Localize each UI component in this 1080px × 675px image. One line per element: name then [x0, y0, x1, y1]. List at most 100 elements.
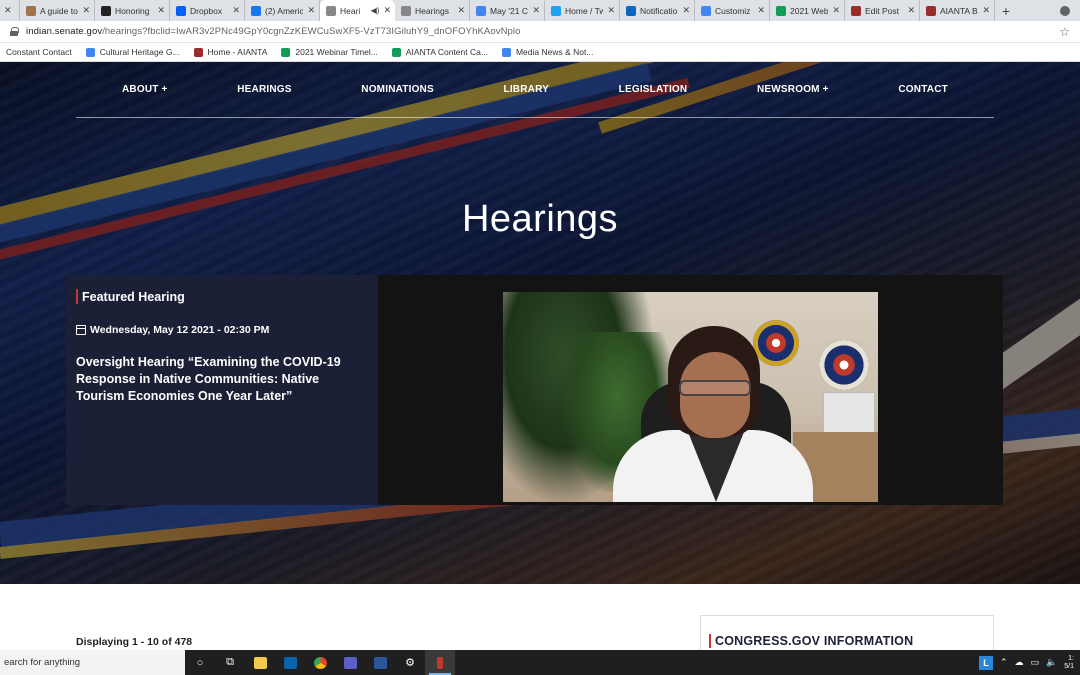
- nav-item-nominations[interactable]: NOMINATIONS: [361, 84, 434, 95]
- browser-tab[interactable]: A guide to ✕: [20, 0, 95, 21]
- browser-tab[interactable]: ✕: [0, 0, 20, 21]
- video-frame[interactable]: [503, 292, 878, 502]
- tab-title: May '21 C: [490, 5, 528, 16]
- tab-audio-icon[interactable]: ◀): [371, 6, 380, 15]
- outlook-icon[interactable]: [275, 650, 305, 675]
- sidebar-title-text: CONGRESS.GOV INFORMATION: [715, 634, 914, 648]
- sidebar-title: CONGRESS.GOV INFORMATION: [709, 634, 913, 648]
- close-tab-icon[interactable]: ✕: [4, 5, 12, 16]
- browser-tab[interactable]: Edit Post ✕: [845, 0, 920, 21]
- tab-favicon-icon: [926, 5, 936, 16]
- tab-title: AIANTA B: [940, 5, 978, 16]
- calendar-icon: [76, 325, 86, 335]
- congress-gov-sidebar: CONGRESS.GOV INFORMATION: [700, 615, 994, 655]
- new-tab-button[interactable]: +: [995, 0, 1017, 21]
- browser-tab[interactable]: Customiz ✕: [695, 0, 770, 21]
- close-tab-icon[interactable]: ✕: [232, 5, 240, 16]
- tab-title: Heari: [340, 5, 361, 16]
- tab-title: 2021 Web: [790, 5, 829, 16]
- browser-tab-bar: ✕ A guide to ✕ Honoring ✕ Dropbox ✕ (2) Americ ✕…: [0, 0, 1080, 21]
- nav-item-about[interactable]: ABOUT +: [122, 84, 168, 95]
- close-tab-icon[interactable]: ✕: [457, 5, 465, 16]
- browser-tab[interactable]: Notificatio ✕: [620, 0, 695, 21]
- address-bar[interactable]: indian.senate.gov/hearings?fbclid=IwAR3v…: [0, 21, 1080, 43]
- close-tab-icon[interactable]: ✕: [607, 5, 615, 16]
- featured-hearing-title[interactable]: Oversight Hearing “Examining the COVID-1…: [76, 354, 366, 405]
- system-clock[interactable]: 1: 5/1: [1064, 655, 1074, 671]
- onedrive-icon[interactable]: ☁: [1015, 657, 1024, 668]
- nav-item-hearings[interactable]: HEARINGS: [237, 84, 291, 95]
- bookmark-label: Home - AIANTA: [207, 47, 268, 57]
- bookmark-favicon-icon: [391, 47, 401, 57]
- bookmark-item[interactable]: Constant Contact: [6, 47, 72, 57]
- tab-favicon-icon: [26, 5, 36, 16]
- chevron-up-icon[interactable]: ⌃: [1000, 657, 1008, 668]
- featured-hearing-card[interactable]: Featured Hearing Wednesday, May 12 2021 …: [66, 275, 1003, 505]
- featured-hearing-info: Featured Hearing Wednesday, May 12 2021 …: [66, 275, 378, 505]
- clock-time: 1:: [1068, 654, 1074, 662]
- hearings-listing-section: Displaying 1 - 10 of 478 CONGRESS.GOV IN…: [0, 584, 1080, 655]
- bookmark-item[interactable]: Home - AIANTA: [193, 47, 268, 57]
- taskbar-search-input[interactable]: earch for anything: [0, 650, 185, 675]
- tab-favicon-icon: [326, 5, 336, 16]
- task-view-icon[interactable]: ⧉: [215, 650, 245, 675]
- bookmark-item[interactable]: AIANTA Content Ca...: [391, 47, 488, 57]
- tab-title: Hearings: [415, 5, 450, 16]
- page-title: Hearings: [461, 198, 619, 240]
- teams-icon[interactable]: [335, 650, 365, 675]
- browser-tab[interactable]: May '21 C ✕: [470, 0, 545, 21]
- browser-tab[interactable]: Home / Tw ✕: [545, 0, 620, 21]
- nav-item-library[interactable]: LIBRARY: [504, 84, 549, 95]
- clock-date: 5/1: [1064, 662, 1074, 670]
- browser-tab[interactable]: 2021 Web ✕: [770, 0, 845, 21]
- bookmark-item[interactable]: 2021 Webinar Timel...: [281, 47, 378, 57]
- windows-taskbar: earch for anything ○ ⧉ ⚙ L ⌃ ☁ ▭ 🔈 1: 5/…: [0, 650, 1080, 675]
- network-icon[interactable]: ▭: [1031, 657, 1040, 668]
- close-tab-icon[interactable]: ✕: [982, 5, 990, 16]
- browser-tab[interactable]: Honoring ✕: [95, 0, 170, 21]
- bookmark-favicon-icon: [281, 47, 291, 57]
- bookmark-label: Cultural Heritage G...: [99, 47, 180, 57]
- close-tab-icon[interactable]: ✕: [832, 5, 840, 16]
- bookmark-star-icon[interactable]: ☆: [1059, 25, 1070, 39]
- bookmark-label: Constant Contact: [6, 47, 72, 57]
- profile-icon[interactable]: [1060, 5, 1070, 16]
- close-tab-icon[interactable]: ✕: [307, 5, 315, 16]
- featured-hearing-date: Wednesday, May 12 2021 - 02:30 PM: [76, 324, 368, 336]
- beaded-medallion-image: [819, 340, 869, 390]
- tab-favicon-icon: [626, 5, 636, 16]
- lock-icon[interactable]: [10, 27, 19, 36]
- nav-item-legislation[interactable]: LEGISLATION: [619, 84, 688, 95]
- close-tab-icon[interactable]: ✕: [82, 5, 90, 16]
- browser-tab[interactable]: AIANTA B ✕: [920, 0, 995, 21]
- tab-title: Customiz: [715, 5, 751, 16]
- hero-banner: ABOUT + HEARINGS NOMINATIONS LIBRARY LEGISLA…: [0, 62, 1080, 584]
- browser-tab[interactable]: (2) Americ ✕: [245, 0, 320, 21]
- cortana-icon[interactable]: ○: [185, 650, 215, 675]
- chrome-icon[interactable]: [305, 650, 335, 675]
- bookmark-item[interactable]: Media News & Not...: [501, 47, 593, 57]
- close-tab-icon[interactable]: ✕: [532, 5, 540, 16]
- tab-favicon-icon: [776, 5, 786, 16]
- browser-tab[interactable]: Hearings ✕: [395, 0, 470, 21]
- file-explorer-icon[interactable]: [245, 650, 275, 675]
- settings-gear-icon[interactable]: ⚙: [395, 650, 425, 675]
- close-tab-icon[interactable]: ✕: [757, 5, 765, 16]
- close-tab-icon[interactable]: ✕: [383, 5, 391, 16]
- close-tab-icon[interactable]: ✕: [682, 5, 690, 16]
- browser-tab[interactable]: Dropbox ✕: [170, 0, 245, 21]
- bookmarks-bar: Constant Contact Cultural Heritage G... Ho…: [0, 43, 1080, 62]
- nav-item-contact[interactable]: CONTACT: [898, 84, 948, 95]
- featured-hearing-video[interactable]: [378, 275, 1003, 505]
- bookmark-item[interactable]: Cultural Heritage G...: [85, 47, 180, 57]
- close-tab-icon[interactable]: ✕: [157, 5, 165, 16]
- word-icon[interactable]: [365, 650, 395, 675]
- close-tab-icon[interactable]: ✕: [907, 5, 915, 16]
- url-text[interactable]: indian.senate.gov/hearings?fbclid=IwAR3v…: [26, 26, 521, 37]
- app-icon[interactable]: [425, 650, 455, 675]
- nav-item-newsroom[interactable]: NEWSROOM +: [757, 84, 829, 95]
- browser-tab[interactable]: Heari ◀) ✕: [320, 0, 395, 21]
- volume-icon[interactable]: 🔈: [1046, 657, 1057, 668]
- tab-favicon-icon: [401, 5, 411, 16]
- tray-app-icon[interactable]: L: [978, 655, 993, 670]
